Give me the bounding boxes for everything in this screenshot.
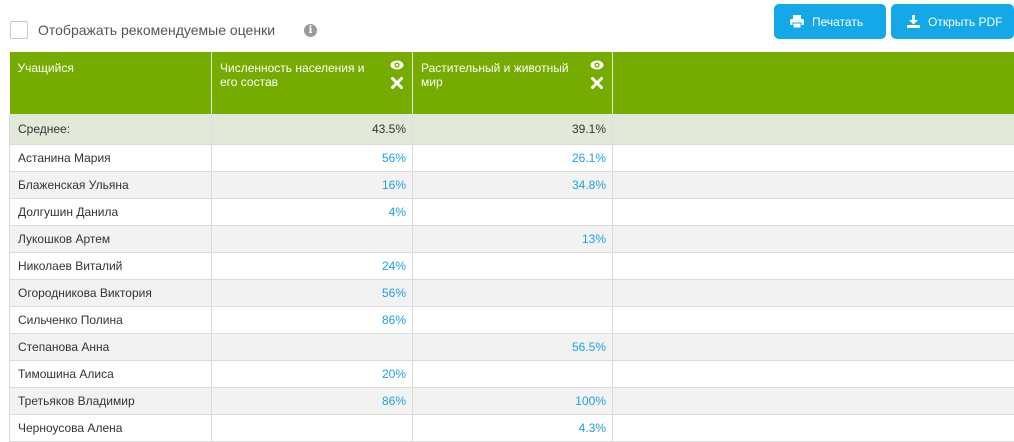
recommended-grades-label[interactable]: Отображать рекомендуемые оценки [38,22,275,38]
table-row: Лукошков Артем 13% [10,225,1014,252]
empty-cell [613,198,1014,225]
column-header-empty [613,52,1014,114]
grade-cell-topic-2[interactable]: 100% [413,387,613,414]
grade-cell-topic-1[interactable] [212,225,413,252]
eye-icon[interactable] [390,59,404,77]
student-name: Сильченко Полина [10,306,212,333]
remove-column-icon[interactable] [390,77,404,95]
printer-icon [790,15,804,28]
student-name: Черноусова Алена [10,414,212,441]
grade-cell-topic-1[interactable]: 86% [212,387,413,414]
grade-cell-topic-1[interactable]: 24% [212,252,413,279]
grade-cell-topic-2[interactable] [413,279,613,306]
average-value-topic-2: 39.1% [413,114,613,144]
grade-cell-topic-1[interactable]: 56% [212,144,413,171]
average-value-topic-1: 43.5% [212,114,413,144]
remove-column-icon[interactable] [590,77,604,95]
student-name: Блаженская Ульяна [10,171,212,198]
table-row: Николаев Виталий24% [10,252,1014,279]
grade-cell-topic-1[interactable] [212,414,413,441]
print-button[interactable]: Печатать [774,4,886,39]
open-pdf-button-label: Открыть PDF [928,15,1002,29]
grade-cell-topic-1[interactable]: 4% [212,198,413,225]
download-icon [907,15,920,28]
student-name: Астанина Мария [10,144,212,171]
empty-cell [613,171,1014,198]
grade-cell-topic-2[interactable] [413,198,613,225]
student-name: Степанова Анна [10,333,212,360]
grade-cell-topic-1[interactable]: 86% [212,306,413,333]
student-name: Лукошков Артем [10,225,212,252]
student-name: Николаев Виталий [10,252,212,279]
grade-cell-topic-2[interactable]: 4.3% [413,414,613,441]
grade-cell-topic-1[interactable] [212,333,413,360]
table-row: Степанова Анна 56.5% [10,333,1014,360]
empty-cell [613,225,1014,252]
student-name: Тимошина Алиса [10,360,212,387]
grade-cell-topic-1[interactable]: 56% [212,279,413,306]
empty-cell [613,387,1014,414]
column-header-student: Учащийся [10,52,212,114]
table-row: Тимошина Алиса20% [10,360,1014,387]
print-button-label: Печатать [812,15,863,29]
info-icon[interactable]: i [304,24,317,37]
column-header-topic-1: Численность населения и его состав [212,52,413,114]
empty-cell [613,414,1014,441]
table-row: Долгушин Данила4% [10,198,1014,225]
grades-table: Учащийся Численность населения и его сос… [9,52,1014,442]
table-row: Черноусова Алена 4.3% [10,414,1014,441]
empty-cell [613,360,1014,387]
grade-cell-topic-2[interactable] [413,360,613,387]
empty-cell [613,279,1014,306]
toolbar: Отображать рекомендуемые оценки i Печата… [0,0,1014,52]
table-row: Блаженская Ульяна16%34.8% [10,171,1014,198]
empty-cell [613,333,1014,360]
empty-cell [613,306,1014,333]
student-name: Долгушин Данила [10,198,212,225]
grade-cell-topic-1[interactable]: 16% [212,171,413,198]
grade-cell-topic-2[interactable]: 34.8% [413,171,613,198]
grade-cell-topic-2[interactable]: 13% [413,225,613,252]
empty-cell [613,114,1014,144]
average-row: Среднее: 43.5% 39.1% [10,114,1014,144]
column-header-topic-2: Растительный и животный мир [413,52,613,114]
empty-cell [613,252,1014,279]
recommended-grades-checkbox[interactable] [10,21,28,39]
average-label: Среднее: [10,114,212,144]
student-name: Третьяков Владимир [10,387,212,414]
table-row: Огородникова Виктория56% [10,279,1014,306]
grade-cell-topic-2[interactable] [413,306,613,333]
empty-cell [613,144,1014,171]
student-name: Огородникова Виктория [10,279,212,306]
grade-cell-topic-1[interactable]: 20% [212,360,413,387]
open-pdf-button[interactable]: Открыть PDF [891,4,1014,39]
eye-icon[interactable] [590,59,604,77]
table-row: Астанина Мария56%26.1% [10,144,1014,171]
grade-cell-topic-2[interactable]: 56.5% [413,333,613,360]
grade-cell-topic-2[interactable]: 26.1% [413,144,613,171]
table-header-row: Учащийся Численность населения и его сос… [10,52,1014,114]
table-row: Третьяков Владимир86%100% [10,387,1014,414]
table-row: Сильченко Полина86% [10,306,1014,333]
grade-cell-topic-2[interactable] [413,252,613,279]
